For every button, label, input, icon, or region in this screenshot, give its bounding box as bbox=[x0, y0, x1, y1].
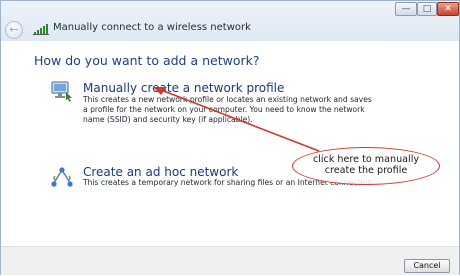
wizard-window: ← Manually connect to a wireless network… bbox=[0, 0, 460, 275]
callout-line: click here to manually bbox=[312, 154, 420, 165]
footer-bar bbox=[1, 246, 459, 275]
annotation-callout: click here to manually create the profil… bbox=[292, 147, 440, 185]
callout-text: click here to manually create the profil… bbox=[293, 154, 439, 176]
callout-line: create the profile bbox=[324, 165, 408, 176]
annotation-arrow bbox=[153, 87, 320, 152]
cancel-button[interactable]: Cancel bbox=[404, 259, 450, 273]
